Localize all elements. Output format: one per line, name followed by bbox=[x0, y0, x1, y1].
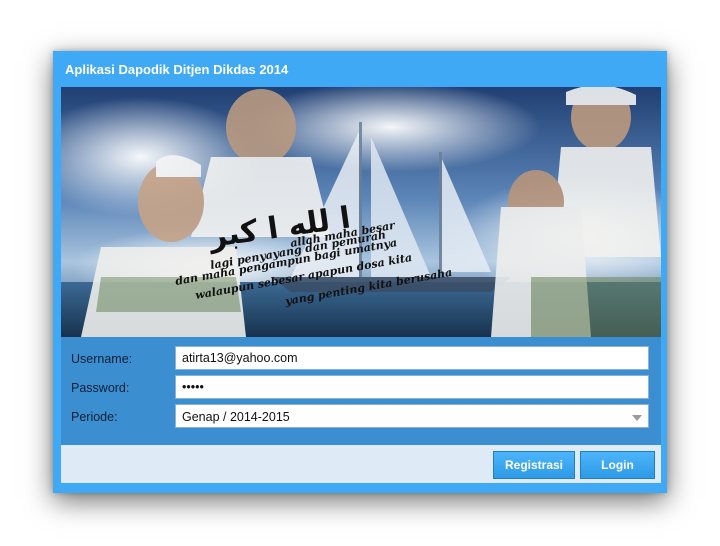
username-row: Username: bbox=[61, 346, 661, 372]
username-label: Username: bbox=[71, 352, 133, 366]
button-bar: Registrasi Login bbox=[61, 445, 661, 483]
banner-illustration: ا لله ا كبر allah maha besar lagi penyay… bbox=[61, 87, 661, 337]
periode-label: Periode: bbox=[71, 410, 118, 424]
login-button[interactable]: Login bbox=[580, 451, 655, 479]
password-input[interactable] bbox=[175, 375, 649, 399]
window-title: Aplikasi Dapodik Ditjen Dikdas 2014 bbox=[65, 62, 289, 77]
title-bar[interactable]: Aplikasi Dapodik Ditjen Dikdas 2014 bbox=[53, 51, 667, 87]
register-button[interactable]: Registrasi bbox=[493, 451, 575, 479]
banner-image: ا لله ا كبر allah maha besar lagi penyay… bbox=[61, 87, 661, 337]
login-window: Aplikasi Dapodik Ditjen Dikdas 2014 ا لل… bbox=[53, 51, 667, 493]
password-label: Password: bbox=[71, 381, 130, 395]
periode-select[interactable]: Genap / 2014-2015 bbox=[175, 404, 649, 428]
periode-row: Periode: Genap / 2014-2015 bbox=[61, 404, 661, 430]
chevron-down-icon[interactable] bbox=[632, 415, 642, 421]
username-input[interactable] bbox=[175, 346, 649, 370]
password-row: Password: bbox=[61, 375, 661, 401]
periode-selected-value: Genap / 2014-2015 bbox=[182, 410, 290, 424]
login-form: Username: Password: Periode: Genap / 201… bbox=[61, 337, 661, 445]
